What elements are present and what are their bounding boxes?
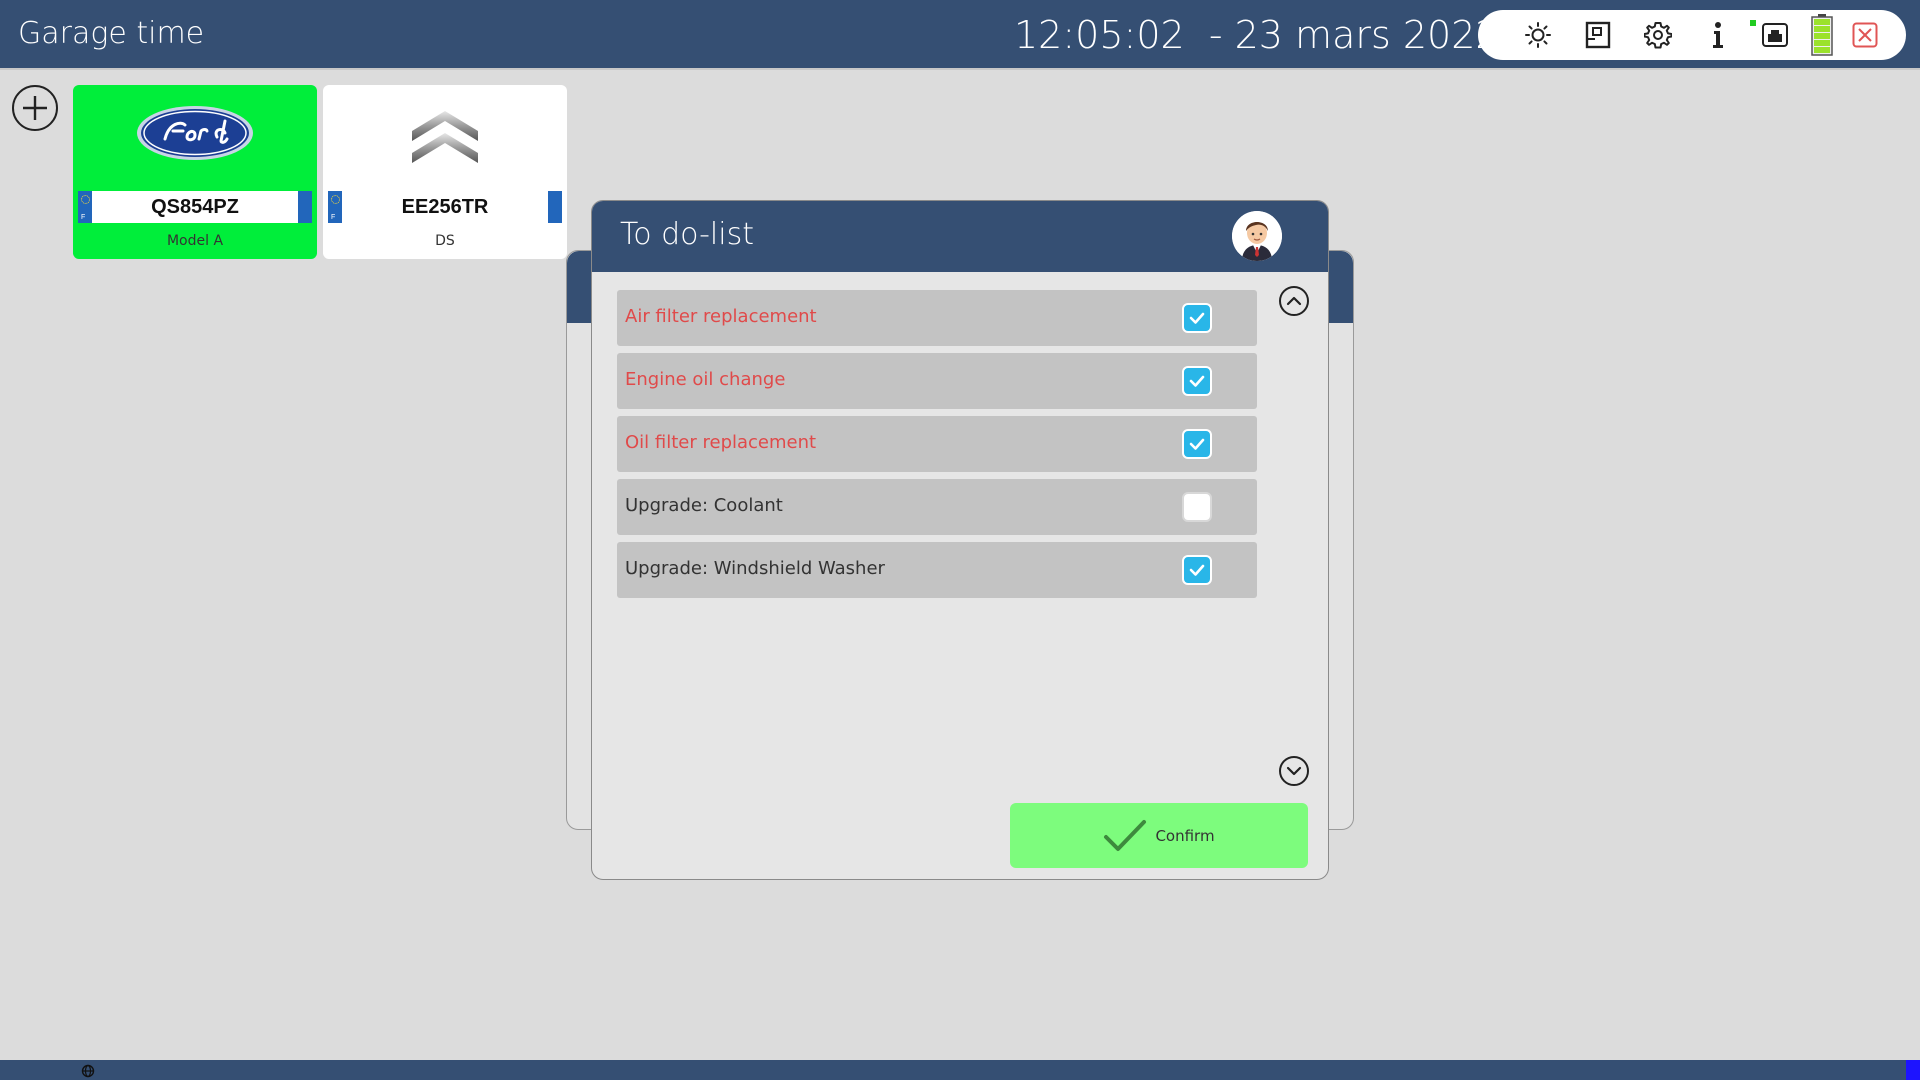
chevron-down-icon <box>1286 766 1302 776</box>
add-vehicle-button[interactable] <box>12 85 58 131</box>
confirm-button[interactable]: Confirm <box>1010 803 1308 868</box>
clock-display: 12:05:02 - 23 mars 2022 <box>1014 13 1500 57</box>
sun-icon[interactable] <box>1523 20 1553 50</box>
car-card-ford[interactable]: QS854PZ Model A <box>73 85 317 259</box>
item-checkbox[interactable] <box>1182 366 1212 396</box>
battery-icon <box>1807 14 1837 56</box>
checkmark-icon <box>1189 375 1205 387</box>
checkmark-icon <box>1189 564 1205 576</box>
car-card-citroen[interactable]: EE256TR DS <box>323 85 567 259</box>
eu-flag-icon <box>328 191 342 223</box>
toolbar <box>1478 10 1906 60</box>
car-model: Model A <box>166 233 224 249</box>
app-title: Garage time <box>18 16 205 51</box>
list-item[interactable]: Upgrade: Coolant <box>617 479 1257 535</box>
scroll-down-button[interactable] <box>1279 756 1309 786</box>
list-item[interactable]: Oil filter replacement <box>617 416 1257 472</box>
globe-icon[interactable] <box>81 1063 95 1078</box>
gear-icon[interactable] <box>1643 20 1673 50</box>
item-checkbox[interactable] <box>1182 429 1212 459</box>
item-label: Engine oil change <box>625 369 786 390</box>
car-model: DS <box>435 233 455 249</box>
plate-number: QS854PZ <box>151 195 239 218</box>
chevron-up-icon <box>1286 296 1302 306</box>
checkmark-icon <box>1189 438 1205 450</box>
todo-dialog: To do-list Air filter replacement Engine… <box>591 200 1329 880</box>
list-item[interactable]: Engine oil change <box>617 353 1257 409</box>
item-checkbox[interactable] <box>1182 303 1212 333</box>
citroen-logo-icon <box>323 103 567 165</box>
todo-list: Air filter replacement Engine oil change… <box>617 290 1257 605</box>
top-bar: Garage time 12:05:02 - 23 mars 2022 <box>0 0 1920 70</box>
info-icon[interactable] <box>1703 20 1733 50</box>
item-label: Oil filter replacement <box>625 432 817 453</box>
item-label: Air filter replacement <box>625 306 817 327</box>
close-icon[interactable] <box>1850 20 1880 50</box>
item-label: Upgrade: Windshield Washer <box>625 558 885 579</box>
ford-logo-icon <box>73 103 317 165</box>
network-status-dot <box>1750 20 1756 26</box>
list-item[interactable]: Air filter replacement <box>617 290 1257 346</box>
item-checkbox[interactable] <box>1182 555 1212 585</box>
dialog-header: To do-list <box>592 201 1328 272</box>
checkmark-icon <box>1104 819 1147 851</box>
avatar[interactable] <box>1232 211 1282 261</box>
eu-flag-icon <box>78 191 92 223</box>
scroll-up-button[interactable] <box>1279 286 1309 316</box>
plate-number: EE256TR <box>401 195 489 218</box>
status-indicator <box>1906 1060 1920 1080</box>
item-checkbox[interactable] <box>1182 492 1212 522</box>
dialog-title: To do-list <box>620 217 754 252</box>
confirm-label: Confirm <box>1155 826 1215 845</box>
checkmark-icon <box>1189 312 1205 324</box>
license-plate: EE256TR <box>328 191 562 223</box>
plus-icon <box>23 96 47 120</box>
document-icon[interactable] <box>1583 20 1613 50</box>
bottom-bar <box>0 1060 1920 1080</box>
list-item[interactable]: Upgrade: Windshield Washer <box>617 542 1257 598</box>
item-label: Upgrade: Coolant <box>625 495 783 516</box>
network-icon <box>1760 20 1790 50</box>
license-plate: QS854PZ <box>78 191 312 223</box>
